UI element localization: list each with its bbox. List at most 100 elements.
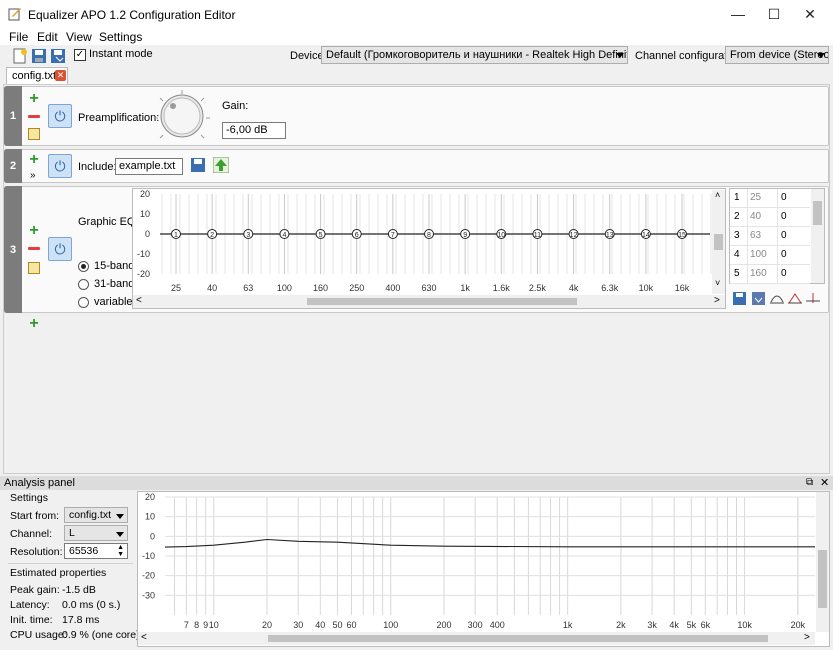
edit-icon[interactable]	[28, 128, 40, 140]
table-cell-g[interactable]: 0	[781, 230, 787, 241]
save-as-icon[interactable]	[50, 48, 66, 64]
reset-icon[interactable]	[806, 292, 820, 305]
add-filter-icon[interactable]: +	[28, 152, 40, 168]
expand-icon[interactable]: »	[30, 170, 36, 181]
normalize-icon[interactable]	[788, 292, 802, 305]
filter-number-2[interactable]: 2	[4, 149, 22, 183]
spin-arrows-icon[interactable]: ▲ ▼	[117, 544, 124, 558]
include-file-field[interactable]: example.txt	[115, 158, 183, 175]
device-select[interactable]: Default (Громкоговоритель и наушники - R…	[321, 46, 628, 64]
close-icon[interactable]: ✕	[820, 476, 829, 489]
menu-view[interactable]: View	[66, 30, 92, 44]
power-toggle-icon[interactable]: ⏻	[48, 154, 72, 178]
invert-curve-icon[interactable]	[770, 292, 784, 305]
filter-number-3[interactable]: 3	[4, 186, 22, 313]
channel-label: Channel:	[10, 528, 53, 540]
tab-config[interactable]: config.txt ✕	[6, 67, 68, 84]
analysis-canvas[interactable]: 20100-10-20-307 8 9 10 20 30 40 50 60 100 200 300 40…	[137, 491, 830, 647]
table-row[interactable]	[730, 208, 810, 227]
start-from-select[interactable]: config.txt	[64, 507, 128, 523]
close-tab-icon[interactable]: ✕	[55, 70, 66, 81]
scroll-thumb[interactable]	[307, 298, 577, 305]
analysis-x-tick-label: 50	[332, 620, 342, 630]
new-file-icon[interactable]	[12, 48, 28, 64]
up-arrow-icon[interactable]	[213, 157, 229, 173]
table-row[interactable]	[730, 265, 810, 284]
filter-number-1[interactable]: 1	[4, 86, 22, 146]
analysis-x-tick-label: 40	[315, 620, 325, 630]
add-filter-icon[interactable]: +	[28, 223, 40, 239]
menu-edit[interactable]: Edit	[37, 30, 58, 44]
eq-x-tick-label: 4k	[569, 283, 579, 293]
channel-select[interactable]: L	[64, 525, 128, 541]
resolution-spinbox[interactable]: 65536 ▲ ▼	[64, 543, 128, 559]
scroll-thumb[interactable]	[813, 201, 822, 225]
instant-mode-checkbox[interactable]: ✓	[74, 49, 86, 61]
eq-y-tick-label: -20	[137, 269, 150, 279]
eq-y-tick-label: 20	[140, 189, 150, 199]
channel-config-select[interactable]: From device (Stereo)	[725, 46, 829, 64]
table-column-divider	[747, 189, 748, 283]
import-icon[interactable]	[752, 292, 765, 305]
add-filter-icon[interactable]: +	[28, 91, 40, 107]
analysis-vscrollbar[interactable]	[816, 492, 829, 632]
table-row[interactable]	[730, 189, 810, 208]
table-cell-f[interactable]: 40	[750, 211, 761, 222]
table-row[interactable]	[730, 246, 810, 265]
scroll-left-icon[interactable]: <	[136, 295, 142, 306]
save-icon[interactable]	[733, 292, 746, 305]
save-icon[interactable]	[31, 48, 47, 64]
eq-band-node-label: 10	[497, 232, 505, 239]
table-cell-f[interactable]: 63	[750, 230, 761, 241]
scroll-right-icon[interactable]: >	[714, 295, 720, 306]
scroll-up-icon[interactable]: ˄	[715, 190, 720, 200]
edit-icon[interactable]	[28, 262, 40, 274]
analysis-y-tick-label: -10	[142, 551, 155, 561]
close-icon[interactable]: ✕	[787, 0, 833, 28]
chevron-down-icon	[116, 514, 124, 519]
band-31-radio[interactable]	[78, 279, 89, 290]
eq-band-node-label: 4	[282, 232, 286, 239]
analysis-hscrollbar[interactable]: < >	[138, 632, 815, 645]
table-cell-g[interactable]: 0	[781, 211, 787, 222]
table-cell-f[interactable]: 160	[750, 268, 767, 279]
table-cell-f[interactable]: 25	[750, 192, 761, 203]
eq-band-node-label: 8	[427, 232, 431, 239]
table-cell-f[interactable]: 100	[750, 249, 767, 260]
table-vscrollbar[interactable]	[811, 189, 824, 283]
gain-knob-icon[interactable]	[152, 88, 212, 144]
scroll-thumb[interactable]	[714, 234, 723, 250]
table-row[interactable]	[730, 227, 810, 246]
eq-band-node-label: 9	[463, 232, 467, 239]
scroll-down-icon[interactable]: ˅	[715, 278, 720, 288]
table-cell-n: 3	[734, 230, 740, 241]
remove-filter-icon[interactable]	[28, 247, 40, 250]
table-cell-g[interactable]: 0	[781, 268, 787, 279]
band-15-radio[interactable]	[78, 261, 89, 272]
table-cell-g[interactable]: 0	[781, 249, 787, 260]
power-toggle-icon[interactable]: ⏻	[48, 237, 72, 261]
scroll-right-icon[interactable]: >	[804, 632, 810, 643]
scroll-thumb[interactable]	[268, 635, 768, 642]
menu-settings[interactable]: Settings	[99, 30, 142, 44]
float-icon[interactable]: ⧉	[806, 477, 813, 488]
table-cell-g[interactable]: 0	[781, 192, 787, 203]
scroll-thumb[interactable]	[818, 550, 827, 608]
scroll-left-icon[interactable]: <	[141, 632, 147, 643]
eq-x-tick-label: 630	[421, 283, 436, 293]
eq-band-node-label: 3	[246, 232, 250, 239]
open-file-icon[interactable]	[190, 157, 206, 173]
init-time-value: 17.8 ms	[62, 614, 100, 626]
gain-spinbox[interactable]: -6,00 dB	[222, 122, 286, 139]
add-filter-icon[interactable]: +	[28, 316, 40, 332]
band-variable-radio[interactable]	[78, 297, 89, 308]
eq-band-node-label: 7	[391, 232, 395, 239]
graphic-eq-canvas[interactable]: 20100-10-2025 40 63 100 160 250 400 630 1k 1.6k 2.…	[132, 188, 726, 309]
table-cell-n: 1	[734, 192, 740, 203]
band-31-label: 31-band	[94, 278, 135, 290]
eq-vscrollbar[interactable]: ˄ ˅	[712, 190, 725, 294]
menu-file[interactable]: File	[9, 30, 28, 44]
power-toggle-icon[interactable]: ⏻	[48, 104, 72, 128]
remove-filter-icon[interactable]	[28, 115, 40, 118]
eq-hscrollbar[interactable]: < >	[133, 295, 725, 308]
